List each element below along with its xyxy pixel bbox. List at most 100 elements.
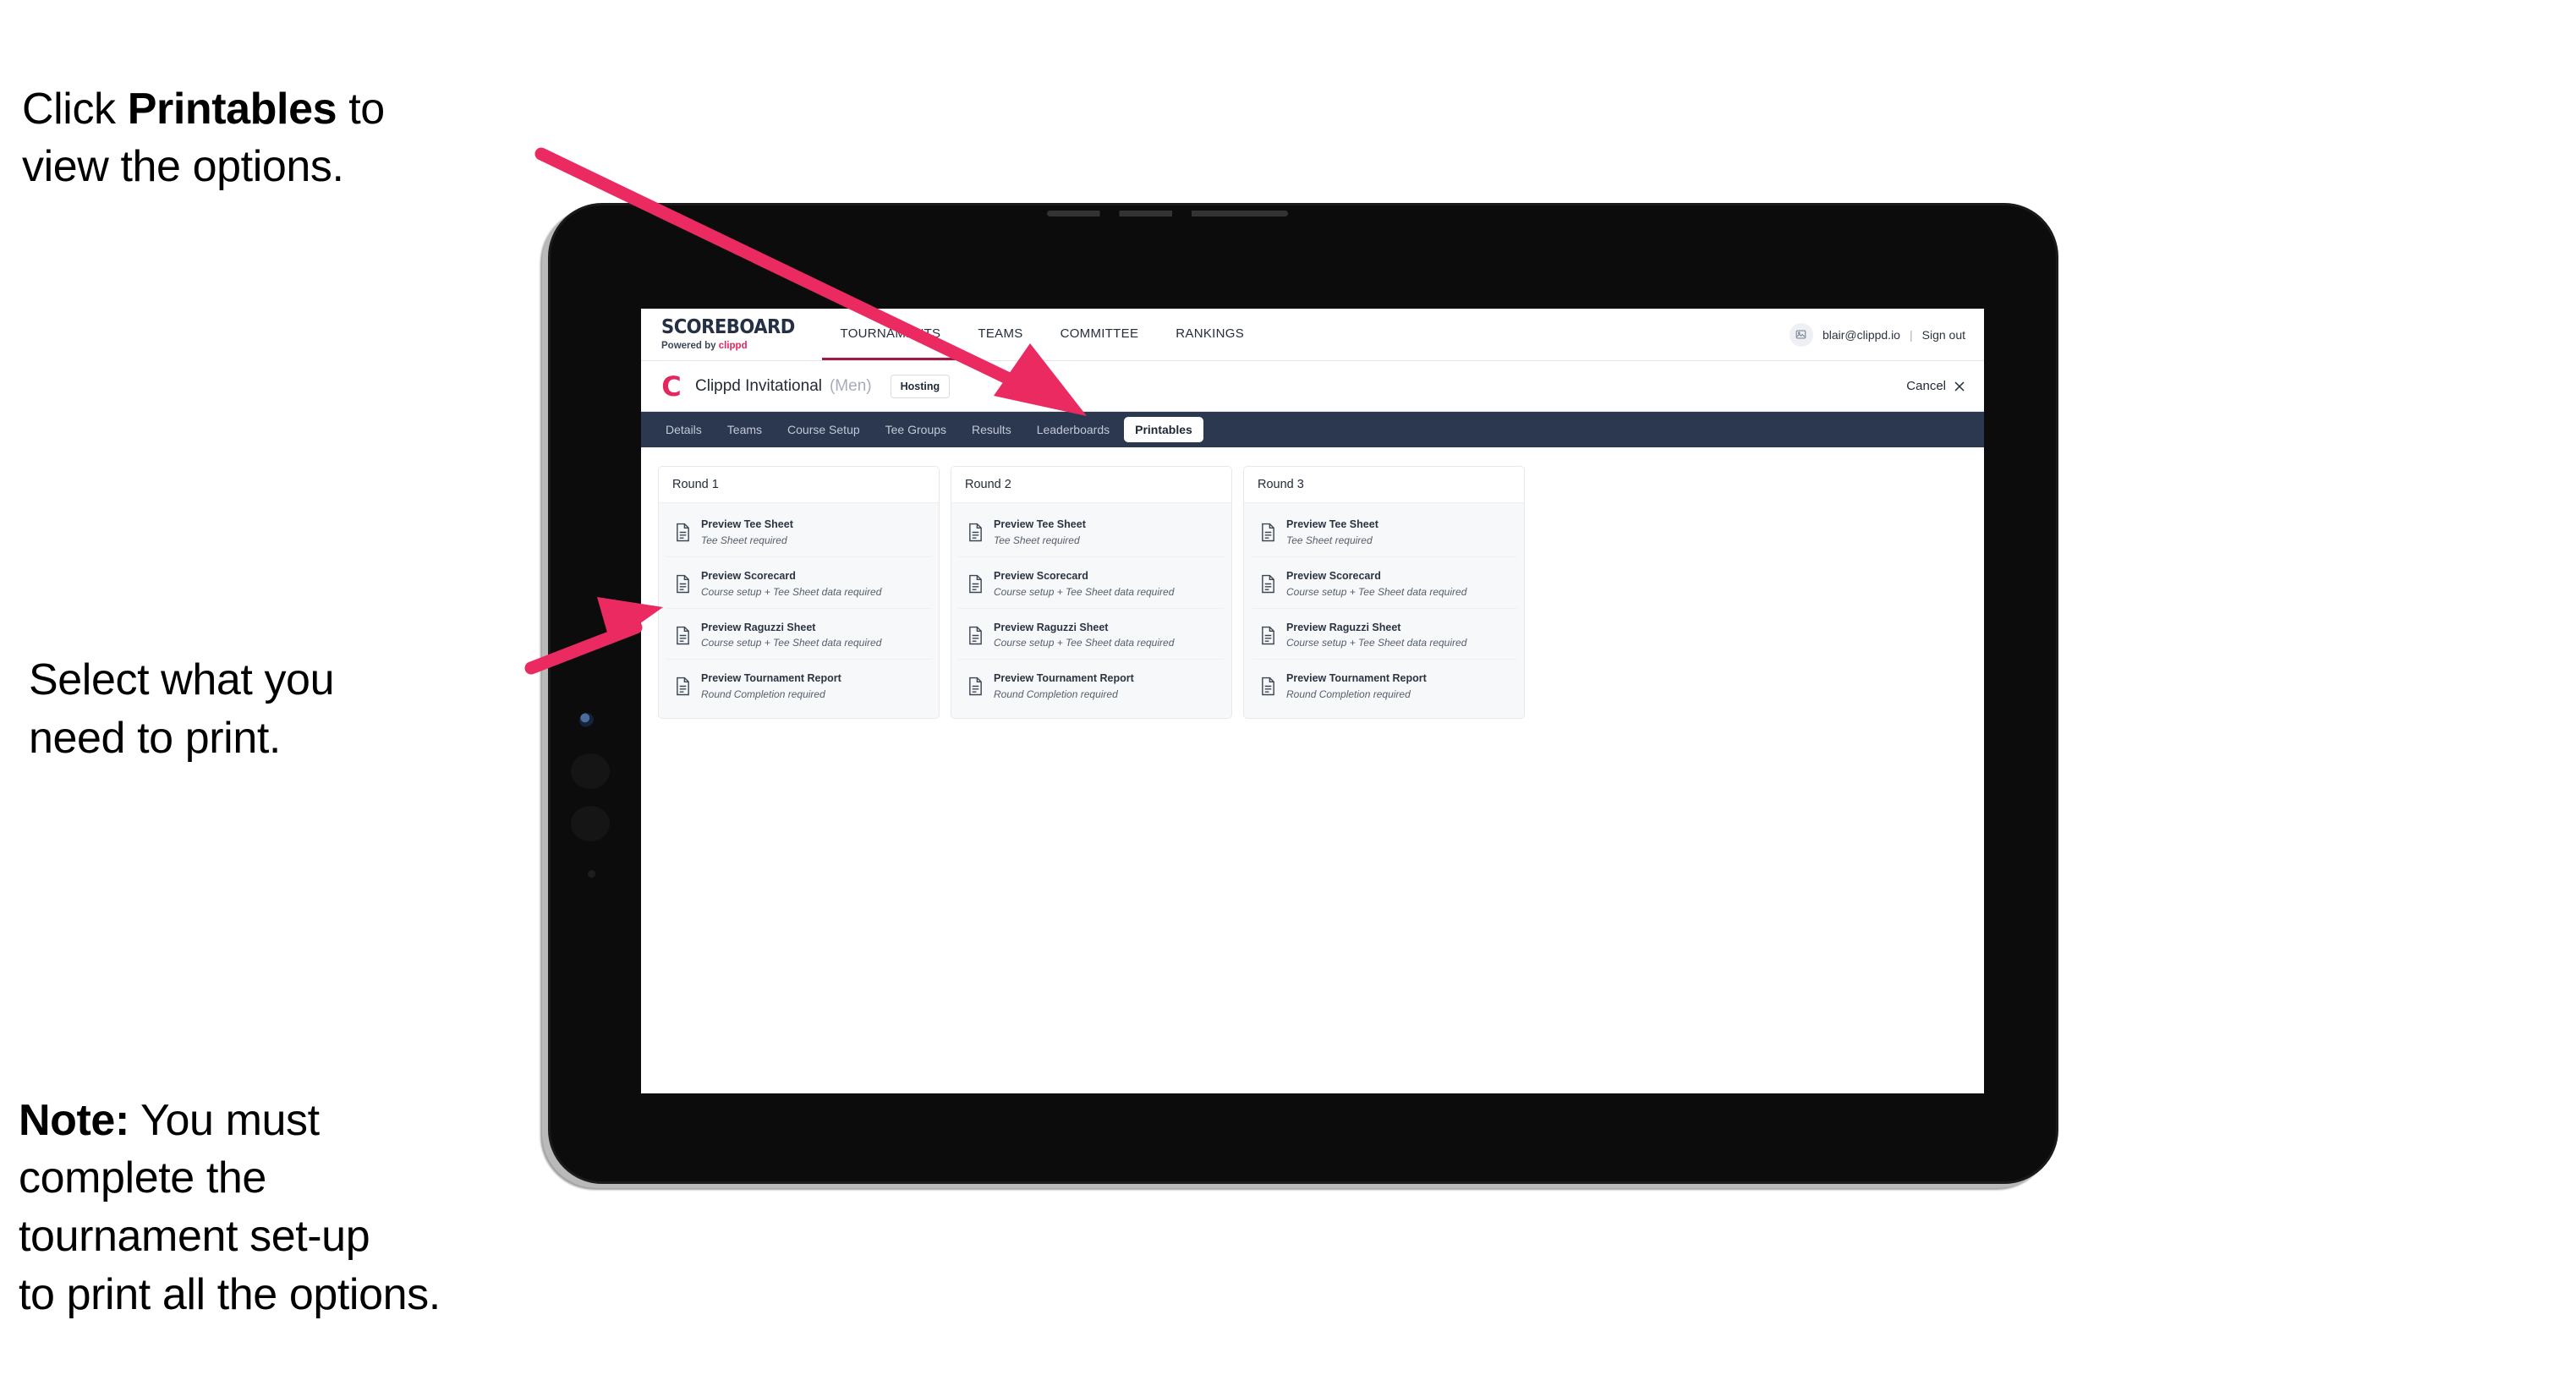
rounds-container: Round 1 Preview Tee Sheet Tee Sheet requ… — [658, 466, 1967, 720]
document-icon — [1262, 626, 1274, 644]
printable-item-raguzzi-sheet[interactable]: Preview Raguzzi Sheet Course setup + Tee… — [1250, 611, 1518, 660]
document-icon — [1262, 677, 1274, 696]
printable-text: Preview Tee Sheet Tee Sheet required — [994, 518, 1086, 547]
top-nav-item-teams[interactable]: TEAMS — [959, 309, 1041, 360]
cancel-label: Cancel — [1906, 379, 1946, 393]
user-email: blair@clippd.io — [1822, 327, 1900, 342]
printable-requirement: Round Completion required — [1286, 688, 1411, 701]
tab-leaderboards[interactable]: Leaderboards — [1026, 417, 1121, 442]
document-icon — [1262, 523, 1274, 542]
document-icon — [677, 677, 689, 696]
annotation-note-bold: Note: — [19, 1095, 129, 1145]
user-separator: | — [1909, 327, 1913, 342]
printable-title: Preview Tee Sheet — [1286, 518, 1378, 530]
printable-item-tee-sheet[interactable]: Preview Tee Sheet Tee Sheet required — [1250, 508, 1518, 557]
printable-text: Preview Tournament Report Round Completi… — [1286, 671, 1427, 701]
brand-logo[interactable]: SCOREBOARD Powered by clippd — [641, 309, 822, 360]
tab-course-setup[interactable]: Course Setup — [776, 417, 871, 442]
page-root: Click Printables to view the options. Se… — [0, 0, 2576, 1386]
printable-item-raguzzi-sheet[interactable]: Preview Raguzzi Sheet Course setup + Tee… — [665, 611, 933, 660]
printable-requirement: Course setup + Tee Sheet data required — [994, 637, 1175, 649]
annotation-click-bold: Printables — [127, 84, 337, 134]
brand-powered-by: Powered by clippd — [661, 341, 807, 351]
tablet-screen: SCOREBOARD Powered by clippd TOURNAMENTS… — [641, 309, 1984, 1093]
cancel-button[interactable]: Cancel — [1906, 379, 1965, 393]
printable-title: Preview Raguzzi Sheet — [1286, 621, 1401, 633]
printable-item-tournament-report[interactable]: Preview Tournament Report Round Completi… — [1250, 662, 1518, 711]
round-title: Round 1 — [659, 467, 939, 503]
printable-requirement: Course setup + Tee Sheet data required — [994, 585, 1175, 598]
avatar[interactable] — [1789, 322, 1813, 347]
bezel-sensor-dot — [588, 870, 595, 878]
printable-item-tournament-report[interactable]: Preview Tournament Report Round Completi… — [665, 662, 933, 711]
printable-title: Preview Scorecard — [1286, 569, 1381, 582]
tournament-header: C Clippd Invitational (Men) Hosting Canc… — [641, 361, 1984, 412]
tab-tee-groups[interactable]: Tee Groups — [874, 417, 957, 442]
printable-item-tee-sheet[interactable]: Preview Tee Sheet Tee Sheet required — [665, 508, 933, 557]
printable-title: Preview Scorecard — [701, 569, 796, 582]
user-area: blair@clippd.io | Sign out — [1789, 309, 1984, 360]
bezel-button-top[interactable] — [571, 753, 610, 789]
sign-out-link[interactable]: Sign out — [1922, 328, 1965, 342]
clippd-logo-icon: C — [661, 370, 682, 403]
printable-item-raguzzi-sheet[interactable]: Preview Raguzzi Sheet Course setup + Tee… — [957, 611, 1225, 660]
printable-title: Preview Tee Sheet — [994, 518, 1086, 530]
round-column-2: Round 2 Preview Tee Sheet Tee Sheet requ… — [951, 466, 1232, 720]
document-icon — [969, 626, 982, 644]
printable-item-scorecard[interactable]: Preview Scorecard Course setup + Tee She… — [1250, 559, 1518, 609]
printable-requirement: Round Completion required — [701, 688, 825, 701]
tab-results[interactable]: Results — [961, 417, 1022, 442]
printable-title: Preview Tournament Report — [701, 672, 841, 685]
printable-requirement: Tee Sheet required — [1286, 534, 1373, 546]
printable-title: Preview Scorecard — [994, 569, 1088, 582]
tab-details[interactable]: Details — [655, 417, 713, 442]
top-nav: TOURNAMENTS TEAMS COMMITTEE RANKINGS — [821, 309, 1263, 360]
printable-title: Preview Tee Sheet — [701, 518, 793, 530]
page-title: Clippd Invitational — [695, 376, 822, 395]
bezel-speaker-grille — [1047, 211, 1289, 216]
printable-requirement: Round Completion required — [994, 688, 1118, 701]
document-icon — [969, 523, 982, 542]
printable-text: Preview Scorecard Course setup + Tee She… — [994, 569, 1174, 599]
top-nav-item-tournaments[interactable]: TOURNAMENTS — [821, 309, 960, 360]
round-column-3: Round 3 Preview Tee Sheet Tee Sheet requ… — [1243, 466, 1525, 720]
printable-title: Preview Raguzzi Sheet — [701, 621, 816, 633]
printable-requirement: Course setup + Tee Sheet data required — [1286, 637, 1467, 649]
tournament-gender: (Men) — [829, 376, 872, 395]
brand-powered-prefix: Powered by — [661, 341, 719, 351]
printables-content: Round 1 Preview Tee Sheet Tee Sheet requ… — [641, 447, 1984, 1093]
document-icon — [969, 574, 982, 593]
document-icon — [677, 574, 689, 593]
printable-item-scorecard[interactable]: Preview Scorecard Course setup + Tee She… — [665, 559, 933, 609]
printable-item-tournament-report[interactable]: Preview Tournament Report Round Completi… — [957, 662, 1225, 711]
printable-text: Preview Raguzzi Sheet Course setup + Tee… — [994, 621, 1174, 650]
top-nav-item-rankings[interactable]: RANKINGS — [1157, 309, 1263, 360]
printable-item-tee-sheet[interactable]: Preview Tee Sheet Tee Sheet required — [957, 508, 1225, 557]
tab-printables[interactable]: Printables — [1124, 417, 1203, 442]
round-column-1: Round 1 Preview Tee Sheet Tee Sheet requ… — [658, 466, 940, 720]
round-items: Preview Tee Sheet Tee Sheet required Pre… — [951, 503, 1231, 719]
printable-title: Preview Tournament Report — [994, 672, 1134, 685]
tablet-device-frame: SCOREBOARD Powered by clippd TOURNAMENTS… — [548, 203, 2058, 1184]
top-nav-item-committee[interactable]: COMMITTEE — [1042, 309, 1158, 360]
printable-requirement: Course setup + Tee Sheet data required — [701, 637, 882, 649]
printable-text: Preview Tournament Report Round Completi… — [701, 671, 841, 701]
round-title: Round 3 — [1244, 467, 1524, 503]
printable-item-scorecard[interactable]: Preview Scorecard Course setup + Tee She… — [957, 559, 1225, 609]
close-icon — [1954, 381, 1965, 392]
annotation-click-printables: Click Printables to view the options. — [22, 22, 580, 196]
printable-text: Preview Tee Sheet Tee Sheet required — [1286, 518, 1378, 547]
app-top-bar: SCOREBOARD Powered by clippd TOURNAMENTS… — [641, 309, 1984, 361]
brand-name: SCOREBOARD — [661, 316, 795, 338]
printable-requirement: Course setup + Tee Sheet data required — [701, 585, 882, 598]
round-items: Preview Tee Sheet Tee Sheet required Pre… — [1244, 503, 1524, 719]
user-image-icon — [1796, 330, 1806, 339]
printable-text: Preview Raguzzi Sheet Course setup + Tee… — [701, 621, 881, 650]
annotation-select-print: Select what you need to print. — [29, 655, 335, 763]
front-camera-icon — [579, 713, 594, 727]
tab-teams[interactable]: Teams — [716, 417, 773, 442]
bezel-button-bottom[interactable] — [571, 806, 610, 841]
document-icon — [677, 523, 689, 542]
round-items: Preview Tee Sheet Tee Sheet required Pre… — [659, 503, 939, 719]
document-icon — [969, 677, 982, 696]
